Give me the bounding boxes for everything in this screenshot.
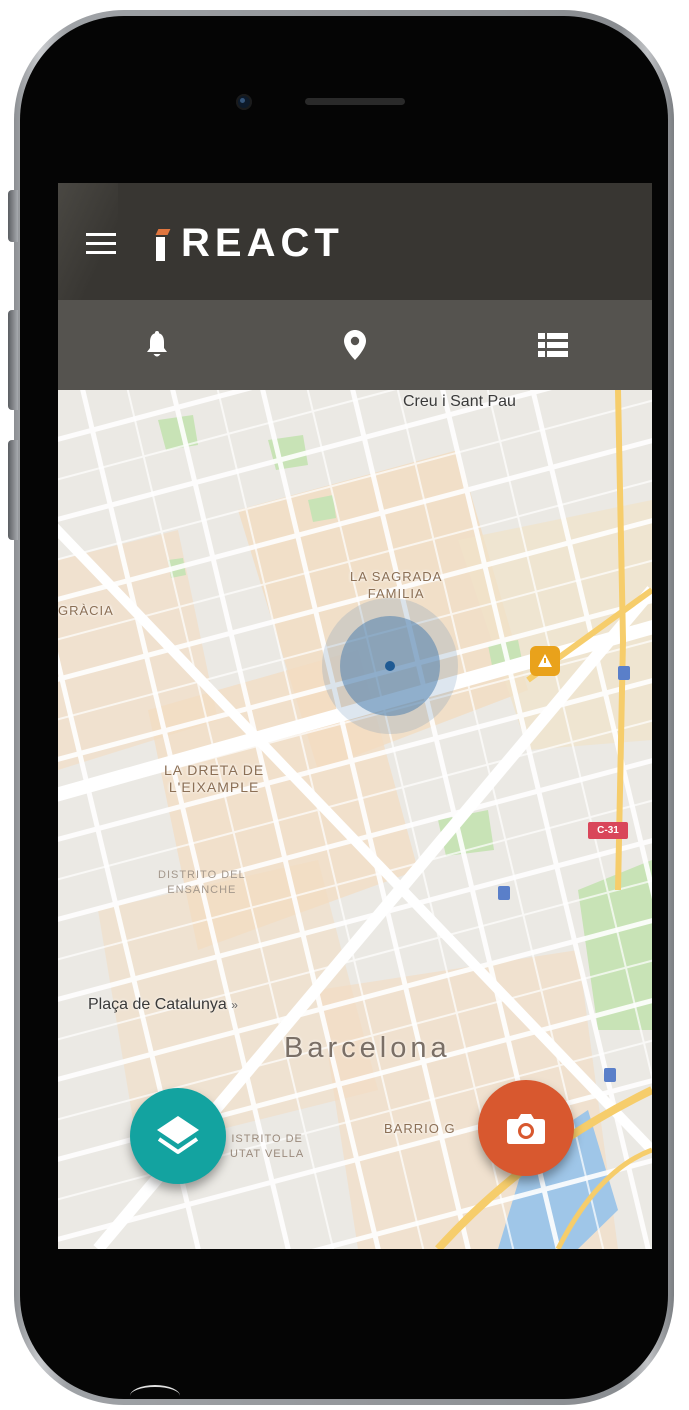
label-line: DISTRITO DEL — [158, 869, 246, 881]
front-camera — [236, 94, 252, 110]
layers-icon — [157, 1116, 199, 1154]
logo-text: REACT — [181, 221, 344, 265]
label-line: L'EIXAMPLE — [168, 779, 260, 795]
device-mockup: REACT Creu i Sant Pau C-31 LA SAGRADA FA… — [0, 0, 689, 1410]
label-line: » — [231, 998, 238, 1012]
label-hospital-sant-pau: Creu i Sant Pau — [403, 393, 516, 410]
app-logo: REACT — [156, 221, 344, 265]
earpiece-speaker — [305, 98, 405, 105]
camera-button[interactable] — [478, 1080, 574, 1176]
bell-icon — [147, 331, 167, 357]
label-ciutat-vella: ISTRITO DE UTAT VELLA — [230, 1132, 304, 1162]
road-badge: C-31 — [588, 822, 628, 839]
label-barcelona: Barcelona — [284, 1032, 451, 1064]
warning-report-icon[interactable] — [530, 646, 560, 676]
label-line: LA DRETA DE — [164, 762, 265, 778]
volume-up-button — [8, 310, 18, 410]
mute-switch — [8, 190, 18, 242]
label-distrito-ensanche: DISTRITO DEL ENSANCHE — [158, 868, 246, 898]
list-icon — [538, 333, 568, 357]
label-sagrada-familia: LA SAGRADA FAMILIA — [350, 568, 442, 602]
metro-station-icon — [618, 666, 630, 680]
logo-i-mark — [156, 229, 167, 261]
volume-down-button — [8, 440, 18, 540]
reflection-arc — [130, 1385, 180, 1407]
label-line: LA SAGRADA — [350, 569, 443, 584]
current-location-dot — [385, 661, 395, 671]
tab-list[interactable] — [454, 300, 652, 390]
label-line: UTAT VELLA — [230, 1148, 305, 1160]
tab-bar — [58, 300, 652, 390]
label-line: ISTRITO DE — [231, 1133, 303, 1145]
label-line: ENSANCHE — [167, 884, 237, 896]
tab-map[interactable] — [256, 300, 454, 390]
label-gracia: GRÀCIA — [58, 603, 114, 618]
app-screen: REACT Creu i Sant Pau C-31 LA SAGRADA FA… — [58, 183, 652, 1249]
label-dreta-eixample: LA DRETA DE L'EIXAMPLE — [164, 762, 264, 796]
layers-button[interactable] — [130, 1088, 226, 1184]
hamburger-menu-icon[interactable] — [86, 233, 116, 255]
map-pin-icon — [344, 330, 366, 360]
label-line: Plaça de Catalunya — [88, 996, 227, 1013]
metro-station-icon — [498, 886, 510, 900]
camera-icon — [507, 1114, 545, 1144]
metro-station-icon — [604, 1068, 616, 1082]
tab-notifications[interactable] — [58, 300, 256, 390]
label-barrio-gotic: BARRIO G — [384, 1121, 456, 1136]
app-header: REACT — [58, 183, 652, 300]
label-placa-catalunya: Plaça de Catalunya » — [88, 996, 238, 1014]
